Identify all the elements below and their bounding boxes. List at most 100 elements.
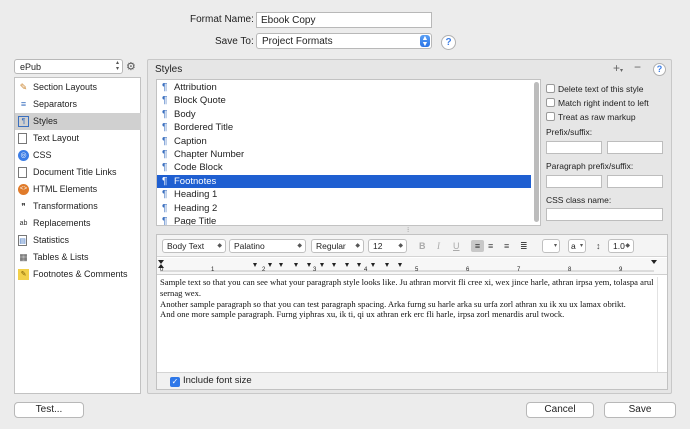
align-center-icon[interactable]: ≡ [488,239,493,253]
line-spacing-popup[interactable]: 1.0 ◆ [608,239,634,253]
styles-list-scrollbar[interactable] [534,82,539,222]
include-font-size-checkbox[interactable]: ✓ [170,377,180,387]
editor-scrollbar-track[interactable] [657,277,666,372]
align-justify-icon[interactable]: ≣ [520,239,528,253]
style-row-chapter-number[interactable]: ¶ Chapter Number [157,148,531,161]
delete-text-option[interactable]: Delete text of this style [546,84,644,94]
style-row-footnotes[interactable]: ¶ Footnotes [157,174,531,189]
delete-text-checkbox[interactable] [546,84,555,93]
line-spacing-value: 1.0 [613,241,625,251]
remove-style-icon[interactable]: − [634,60,641,74]
chevron-updown-icon: ◆ [355,243,360,249]
include-font-size-label: Include font size [183,375,252,386]
font-popup[interactable]: Palatino ◆ [229,239,306,253]
style-row-attribution[interactable]: ¶ Attribution [157,81,531,94]
align-right-icon[interactable]: ≡ [504,239,509,253]
sidebar-format-popup[interactable]: ePub ▴ ▾ [14,59,123,74]
sidebar-item-footnotes-comments[interactable]: ✎ Footnotes & Comments [15,266,141,283]
footnotes-icon: ✎ [18,269,29,280]
text-color-popup[interactable]: a ▾ [568,239,586,253]
help-icon-top[interactable]: ? [441,35,456,50]
sidebar-item-text-layout[interactable]: Text Layout [15,130,141,147]
html-icon: <> [18,184,29,195]
format-bar: Body Text ◆ Palatino ◆ Regular ◆ 12 ◆ B I U … [157,235,667,257]
match-indent-option[interactable]: Match right indent to left [546,98,649,108]
highlight-popup[interactable]: ▾ [542,239,560,253]
sidebar-item-document-title-links[interactable]: Document Title Links [15,164,141,181]
help-icon-styles[interactable]: ? [653,63,666,76]
style-row-label: Code Block [174,162,223,174]
save-button[interactable]: Save [604,402,676,418]
sample-paragraph: Another sample paragraph so that you can… [160,298,626,309]
style-row-bordered-title[interactable]: ¶ Bordered Title [157,121,531,134]
raw-markup-checkbox[interactable] [546,112,555,121]
format-name-field[interactable]: Ebook Copy [256,12,432,28]
replacements-icon: ab [19,220,28,227]
ruler-mark: 8 [568,267,572,273]
raw-markup-option[interactable]: Treat as raw markup [546,112,636,122]
test-button[interactable]: Test... [14,402,84,418]
pilcrow-icon: ¶ [162,149,168,160]
weight-popup[interactable]: Regular ◆ [311,239,364,253]
sample-text-editor[interactable]: Sample text so that you can see what you… [160,277,660,369]
style-row-caption[interactable]: ¶ Caption [157,135,531,148]
bold-button[interactable]: B [419,239,426,253]
include-font-size-option[interactable]: ✓ Include font size [170,375,252,387]
italic-button[interactable]: I [437,239,440,253]
para-suffix-field[interactable] [607,175,663,188]
sidebar-item-styles[interactable]: ¶ Styles [15,113,141,130]
add-style-icon[interactable]: +▾ [613,61,623,75]
chevron-updown-icon: ▴ ▾ [115,60,119,72]
style-popup[interactable]: Body Text ◆ [162,239,226,253]
sidebar-item-label: Transformations [33,201,98,211]
text-color-glyph: a [571,241,576,251]
style-row-code-block[interactable]: ¶ Code Block [157,161,531,174]
gear-icon[interactable]: ⚙ [126,60,136,73]
style-row-heading-1[interactable]: ¶ Heading 1 [157,188,531,201]
style-row-page-title[interactable]: ¶ Page Title [157,215,531,225]
pilcrow-icon: ¶ [162,175,168,187]
align-left-icon[interactable]: ≡ [471,240,484,252]
pilcrow-icon: ¶ [162,162,168,174]
chevron-updown-icon: ◆ [625,243,630,249]
pilcrow-icon: ¶ [162,189,168,201]
cancel-button[interactable]: Cancel [526,402,594,418]
chevron-down-icon: ▾ [579,243,583,249]
style-row-body[interactable]: ¶ Body [157,108,531,121]
style-row-heading-2[interactable]: ¶ Heading 2 [157,202,531,215]
size-popup[interactable]: 12 ◆ [368,239,407,253]
pilcrow-icon: ¶ [162,95,168,107]
chevron-updown-icon: ◆ [297,243,302,249]
ruler-mark: 6 [466,267,470,273]
save-to-popup[interactable]: Project Formats ▲ ▼ [256,33,432,49]
sidebar-item-label: HTML Elements [33,184,98,194]
sidebar-item-transformations[interactable]: ❞ Transformations [15,198,141,215]
editor-area: Body Text ◆ Palatino ◆ Regular ◆ 12 ◆ B I U … [156,234,668,390]
chevron-updown-icon: ◆ [217,243,222,249]
sidebar-item-html-elements[interactable]: <> HTML Elements [15,181,141,198]
sidebar-item-tables-lists[interactable]: ▦ Tables & Lists [15,249,141,266]
ruler[interactable]: 0 1 2 3 4 5 6 7 8 9 [157,258,667,275]
underline-button[interactable]: U [453,239,460,253]
para-prefix-suffix-label: Paragraph prefix/suffix: [546,161,634,171]
sidebar-list: ✎ Section Layouts ≡ Separators ¶ Styles Tex… [14,77,141,394]
sidebar-item-css[interactable]: ◎ CSS [15,147,141,164]
css-class-field[interactable] [546,208,663,221]
match-indent-checkbox[interactable] [546,98,555,107]
style-row-block-quote[interactable]: ¶ Block Quote [157,94,531,107]
ruler-mark: 2 [262,267,266,273]
para-prefix-field[interactable] [546,175,602,188]
save-to-stepper-icon: ▲ ▼ [420,35,430,48]
sidebar-item-statistics[interactable]: ▤ Statistics [15,232,141,249]
prefix-field[interactable] [546,141,602,154]
sidebar-item-separators[interactable]: ≡ Separators [15,96,141,113]
splitter-handle-icon[interactable]: ⁝ [407,226,409,234]
styles-pane: Styles +▾ − ? ¶ Attribution ¶ Block Quote … [147,59,672,394]
style-row-label: Heading 2 [174,202,218,214]
prefix-suffix-label: Prefix/suffix: [546,127,593,137]
style-row-label: Chapter Number [174,149,245,160]
suffix-field[interactable] [607,141,663,154]
brush-icon: ✎ [19,82,28,92]
sidebar-item-replacements[interactable]: ab Replacements [15,215,141,232]
sidebar-item-section-layouts[interactable]: ✎ Section Layouts [15,79,141,96]
